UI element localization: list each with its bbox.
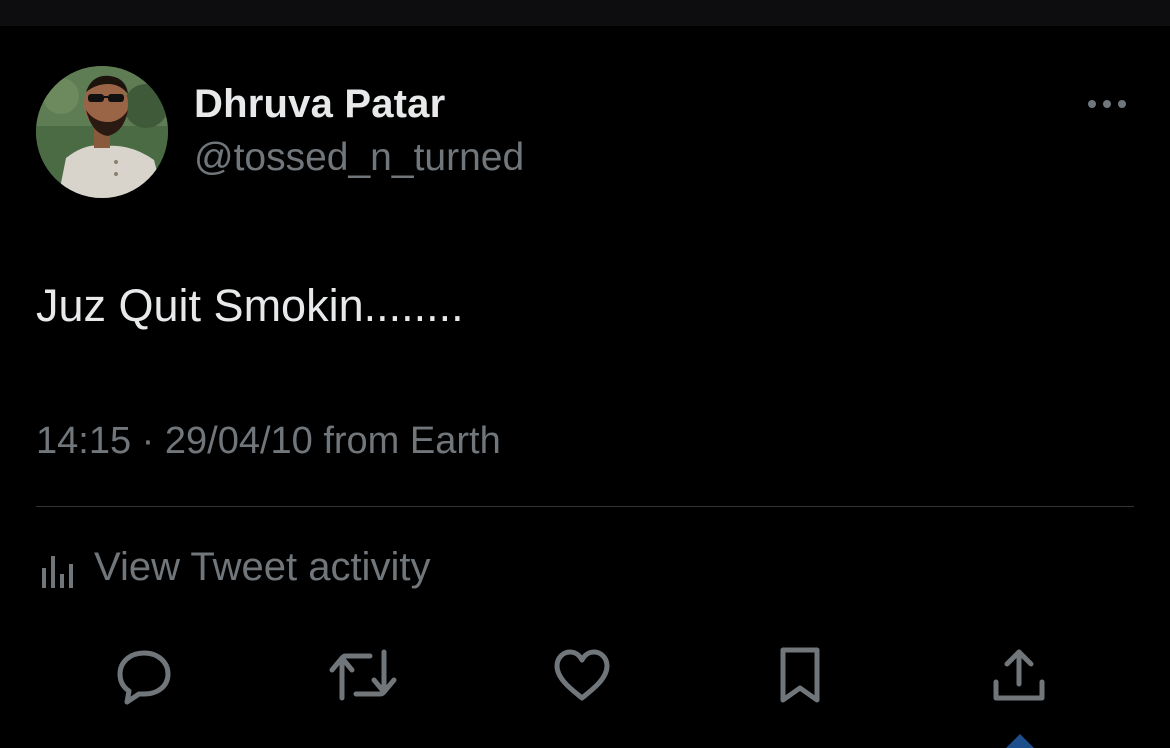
heart-icon [554,649,610,701]
avatar-photo [36,66,168,198]
author-handle[interactable]: @tossed_n_turned [194,136,524,180]
reply-button[interactable] [109,640,179,710]
view-tweet-activity-link[interactable]: View Tweet activity [36,540,430,594]
top-status-strip [0,0,1170,26]
bookmark-button[interactable] [765,640,835,710]
speech-bubble-icon [117,650,171,705]
bookmark-icon [780,647,820,703]
avatar[interactable] [36,66,168,198]
share-upload-icon [993,649,1045,701]
author-display-name[interactable]: Dhruva Patar [194,82,445,127]
tweet-timestamp[interactable]: 14:15 · 29/04/10 from Earth [36,420,501,463]
more-dots-icon [1088,100,1126,108]
scroll-indicator [1006,734,1034,748]
bar-chart-icon [42,556,73,588]
retweet-arrows-icon [329,649,397,701]
share-button[interactable] [984,640,1054,710]
view-tweet-activity-label: View Tweet activity [94,544,431,589]
retweet-button[interactable] [328,640,398,710]
divider [36,506,1134,507]
tweet-text: Juz Quit Smokin........ [36,280,464,331]
like-button[interactable] [547,640,617,710]
more-options-button[interactable] [1080,90,1134,118]
